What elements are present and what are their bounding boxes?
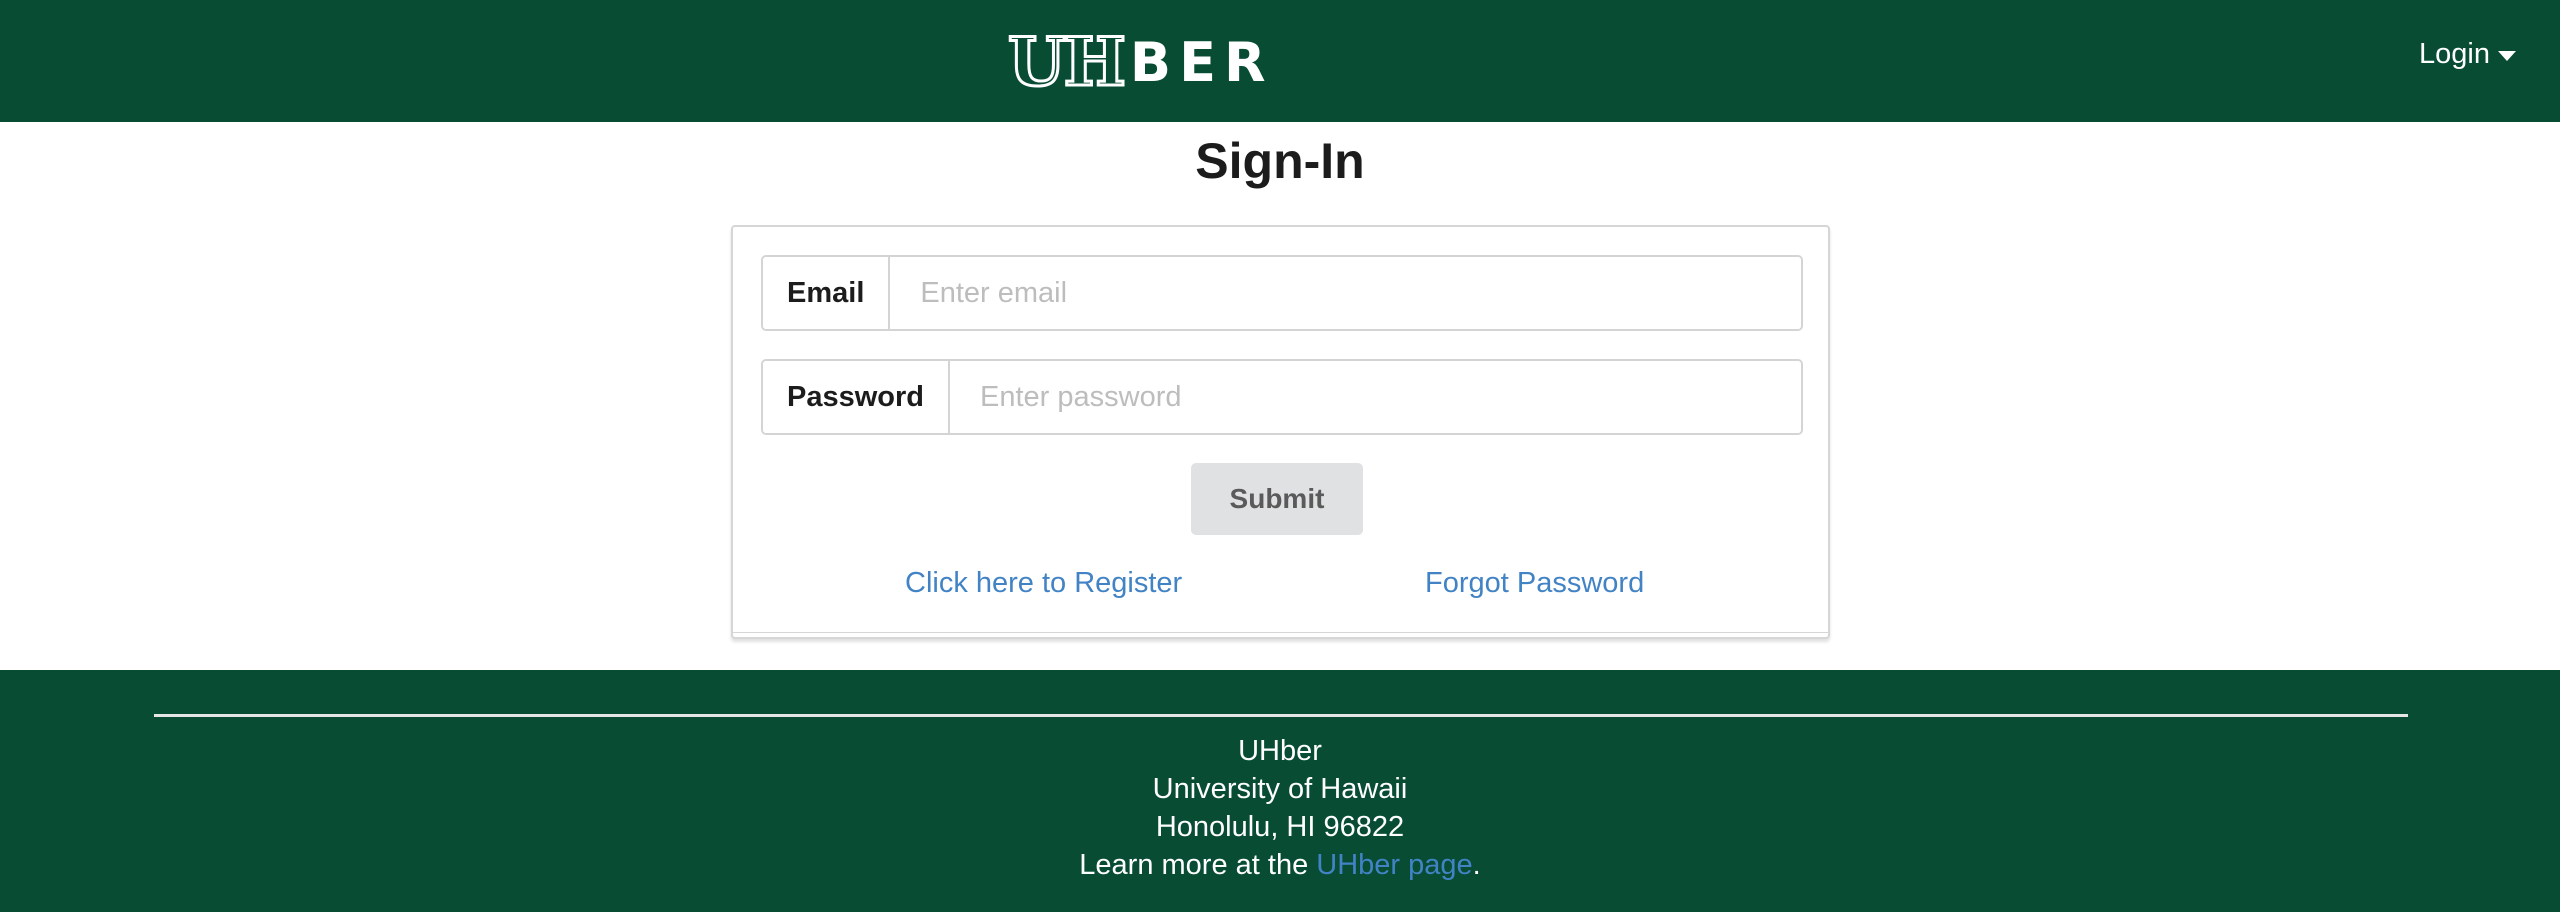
login-dropdown[interactable]: Login xyxy=(2419,38,2516,71)
logo-wordmark: U H BER xyxy=(1007,23,1274,101)
logo-letter-h: H xyxy=(1062,23,1127,101)
register-link[interactable]: Click here to Register xyxy=(905,567,1182,600)
page-title: Sign-In xyxy=(1195,133,1365,189)
logo-letter-u: U xyxy=(1007,23,1068,101)
footer-app-name: UHber xyxy=(1238,735,1322,767)
login-label: Login xyxy=(2419,38,2490,70)
footer-learn-prefix: Learn more at the xyxy=(1079,849,1317,881)
footer-address: Honolulu, HI 96822 xyxy=(1155,811,1405,843)
page-footer: UHber University of Hawaii Honolulu, HI … xyxy=(0,670,2560,912)
password-field-group: Password xyxy=(761,359,1803,435)
card-divider xyxy=(733,632,1828,633)
top-navbar: U H BER Login xyxy=(0,0,2560,122)
password-label: Password xyxy=(763,361,950,433)
uhber-logo[interactable]: U H BER xyxy=(1007,23,1274,101)
email-label: Email xyxy=(763,257,891,329)
password-input[interactable] xyxy=(950,361,1801,433)
footer-learn-suffix: . xyxy=(1472,849,1481,881)
footer-university: University of Hawaii xyxy=(1152,773,1408,805)
submit-button[interactable]: Submit xyxy=(1191,463,1363,535)
footer-divider xyxy=(154,714,2408,717)
email-input[interactable] xyxy=(890,257,1801,329)
logo-letters-ber: BER xyxy=(1129,30,1274,94)
signin-form-card: Email Password Submit Click here to Regi… xyxy=(731,225,1830,639)
email-field-group: Email xyxy=(761,255,1803,331)
footer-text: UHber University of Hawaii Honolulu, HI … xyxy=(0,732,2560,884)
caret-down-icon xyxy=(2498,51,2516,61)
forgot-password-link[interactable]: Forgot Password xyxy=(1425,567,1644,600)
uhber-page-link[interactable]: UHber page xyxy=(1316,849,1472,881)
footer-learn-more: Learn more at the UHber page. xyxy=(0,846,2560,884)
